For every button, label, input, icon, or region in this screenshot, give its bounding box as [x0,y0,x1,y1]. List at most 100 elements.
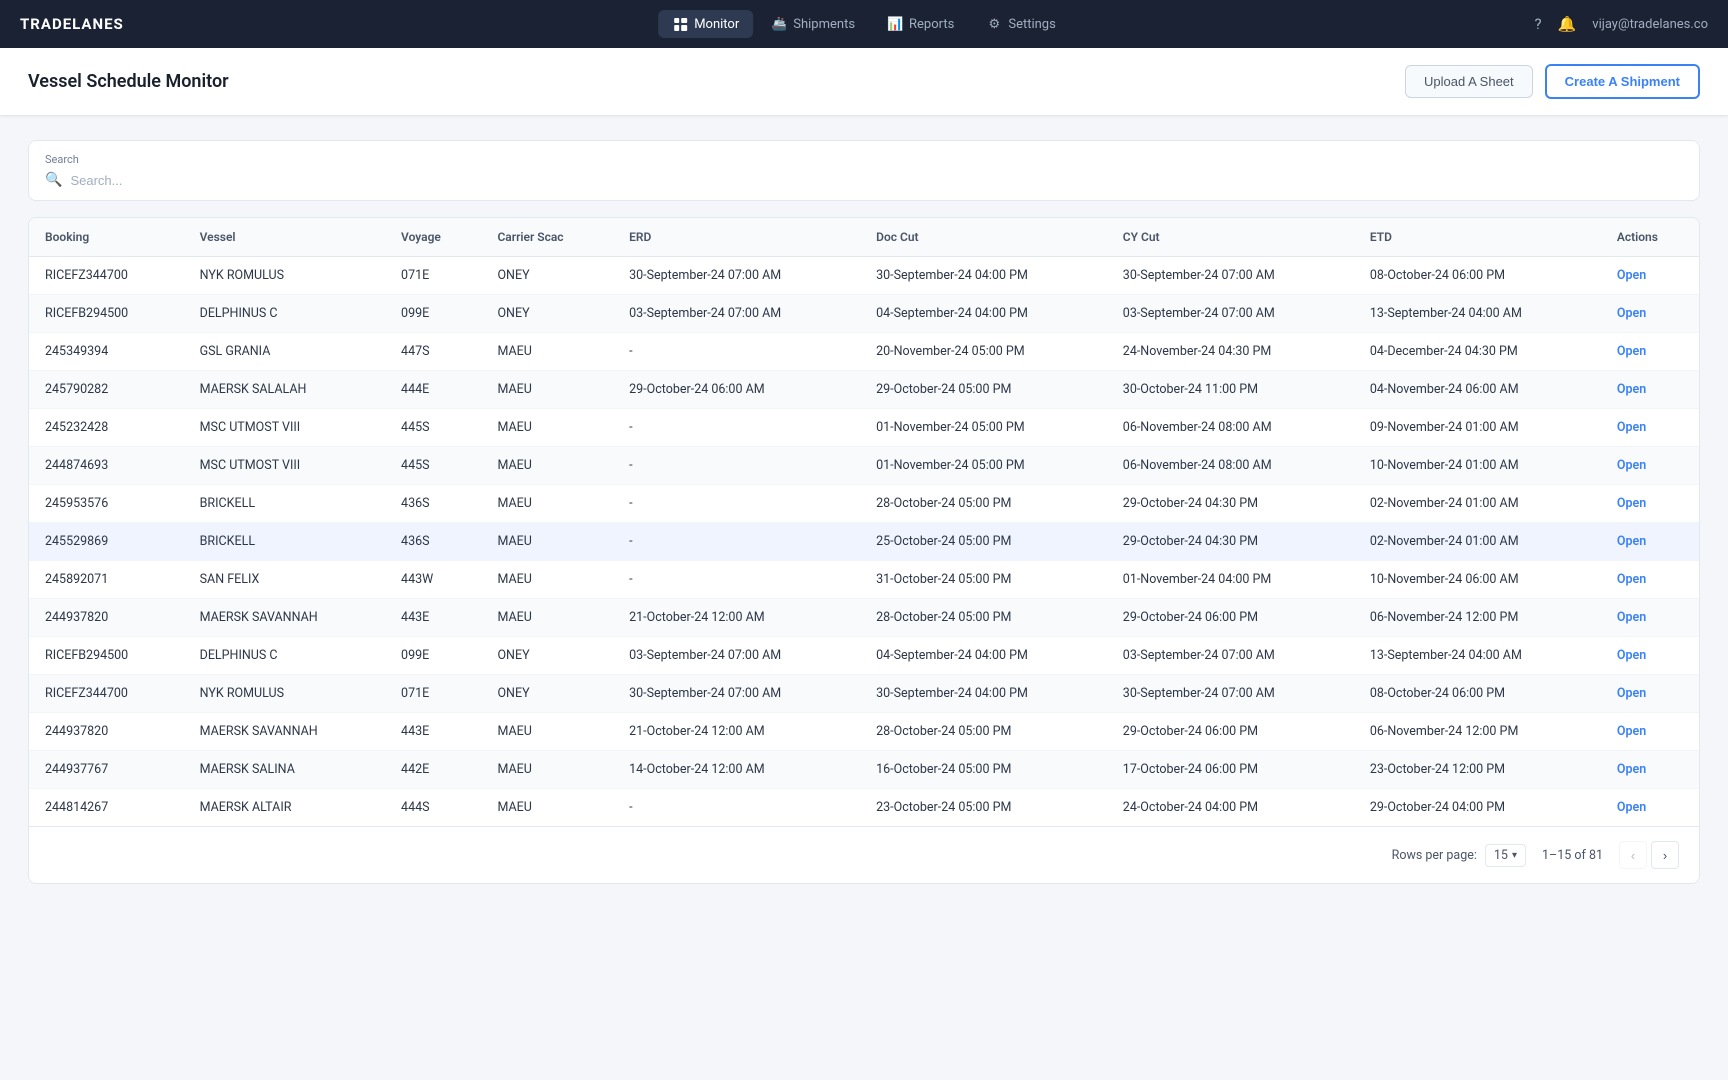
cell-booking: RICEFB294500 [29,295,184,333]
table-row: 244937820MAERSK SAVANNAH443EMAEU21-Octob… [29,599,1699,637]
cell-erd: 29-October-24 06:00 AM [613,371,860,409]
open-action-link[interactable]: Open [1617,458,1646,473]
cell-carrier: MAEU [481,447,613,485]
open-action-link[interactable]: Open [1617,420,1646,435]
cell-erd: - [613,409,860,447]
col-booking: Booking [29,218,184,257]
cell-doc-cut: 04-September-24 04:00 PM [860,295,1107,333]
cell-vessel: MAERSK ALTAIR [184,789,385,827]
cell-erd: 21-October-24 12:00 AM [613,599,860,637]
open-action-link[interactable]: Open [1617,306,1646,321]
cell-cy-cut: 17-October-24 06:00 PM [1107,751,1354,789]
cell-cy-cut: 29-October-24 04:30 PM [1107,523,1354,561]
open-action-link[interactable]: Open [1617,610,1646,625]
cell-vessel: DELPHINUS C [184,295,385,333]
open-action-link[interactable]: Open [1617,800,1646,815]
cell-action: Open [1601,333,1699,371]
cell-etd: 08-October-24 06:00 PM [1354,257,1601,295]
table-row: RICEFZ344700NYK ROMULUS071EONEY30-Septem… [29,257,1699,295]
search-input[interactable] [70,173,1683,188]
cell-booking: 245790282 [29,371,184,409]
header-actions: Upload A Sheet Create A Shipment [1405,64,1700,99]
open-action-link[interactable]: Open [1617,382,1646,397]
cell-erd: - [613,561,860,599]
cell-action: Open [1601,295,1699,333]
col-carrier-scac: Carrier Scac [481,218,613,257]
cell-vessel: BRICKELL [184,485,385,523]
cell-voyage: 443W [385,561,481,599]
cell-cy-cut: 03-September-24 07:00 AM [1107,295,1354,333]
cell-voyage: 071E [385,257,481,295]
open-action-link[interactable]: Open [1617,496,1646,511]
cell-voyage: 436S [385,523,481,561]
cell-carrier: MAEU [481,485,613,523]
table-body: RICEFZ344700NYK ROMULUS071EONEY30-Septem… [29,257,1699,827]
cell-action: Open [1601,789,1699,827]
cell-doc-cut: 01-November-24 05:00 PM [860,409,1107,447]
cell-cy-cut: 01-November-24 04:00 PM [1107,561,1354,599]
next-page-button[interactable]: › [1651,841,1679,869]
cell-carrier: ONEY [481,295,613,333]
cell-erd: - [613,789,860,827]
cell-doc-cut: 30-September-24 04:00 PM [860,257,1107,295]
cell-erd: 30-September-24 07:00 AM [613,257,860,295]
grid-icon [672,16,688,32]
table-row: 245232428MSC UTMOST VIII445SMAEU-01-Nove… [29,409,1699,447]
cell-carrier: ONEY [481,257,613,295]
table-header-row: Booking Vessel Voyage Carrier Scac ERD D… [29,218,1699,257]
nav-item-monitor[interactable]: Monitor [658,10,753,38]
table-container: Booking Vessel Voyage Carrier Scac ERD D… [28,217,1700,884]
cell-erd: - [613,447,860,485]
cell-cy-cut: 29-October-24 04:30 PM [1107,485,1354,523]
nav-item-settings[interactable]: ⚙ Settings [972,10,1069,38]
rows-per-page-select[interactable]: 15 ▾ [1485,844,1526,867]
search-container: Search 🔍 [28,140,1700,201]
open-action-link[interactable]: Open [1617,344,1646,359]
table-row: 245953576BRICKELL436SMAEU-28-October-24 … [29,485,1699,523]
cell-doc-cut: 01-November-24 05:00 PM [860,447,1107,485]
nav-label-shipments: Shipments [793,17,855,32]
open-action-link[interactable]: Open [1617,268,1646,283]
cell-etd: 09-November-24 01:00 AM [1354,409,1601,447]
cell-doc-cut: 31-October-24 05:00 PM [860,561,1107,599]
cell-vessel: MSC UTMOST VIII [184,447,385,485]
help-icon[interactable]: ? [1534,15,1541,33]
nav-label-settings: Settings [1008,17,1055,32]
open-action-link[interactable]: Open [1617,762,1646,777]
nav-item-reports[interactable]: 📊 Reports [873,10,968,38]
page-nav: ‹ › [1619,841,1679,869]
cell-cy-cut: 30-September-24 07:00 AM [1107,257,1354,295]
table-row: 245349394GSL GRANIA447SMAEU-20-November-… [29,333,1699,371]
cell-erd: - [613,523,860,561]
cell-booking: 244937820 [29,599,184,637]
col-cy-cut: CY Cut [1107,218,1354,257]
create-shipment-button[interactable]: Create A Shipment [1545,64,1700,99]
notifications-icon[interactable]: 🔔 [1558,15,1577,33]
cell-action: Open [1601,561,1699,599]
table-row: RICEFB294500DELPHINUS C099EONEY03-Septem… [29,637,1699,675]
cell-vessel: MAERSK SALALAH [184,371,385,409]
cell-carrier: MAEU [481,409,613,447]
nav-links: Monitor 🚢 Shipments 📊 Reports ⚙ Settings [658,10,1070,38]
rows-per-page-value: 15 [1494,848,1508,863]
nav-right: ? 🔔 vijay@tradelanes.co [1534,15,1708,33]
page-title: Vessel Schedule Monitor [28,71,229,92]
cell-cy-cut: 03-September-24 07:00 AM [1107,637,1354,675]
cell-etd: 06-November-24 12:00 PM [1354,713,1601,751]
cell-doc-cut: 28-October-24 05:00 PM [860,713,1107,751]
cell-carrier: MAEU [481,561,613,599]
open-action-link[interactable]: Open [1617,724,1646,739]
open-action-link[interactable]: Open [1617,572,1646,587]
open-action-link[interactable]: Open [1617,534,1646,549]
nav-item-shipments[interactable]: 🚢 Shipments [757,10,869,38]
open-action-link[interactable]: Open [1617,686,1646,701]
topnav: TRADELANES Monitor 🚢 Shipments 📊 Reports… [0,0,1728,48]
prev-page-button[interactable]: ‹ [1619,841,1647,869]
cell-booking: RICEFZ344700 [29,257,184,295]
cell-action: Open [1601,371,1699,409]
cell-booking: 244814267 [29,789,184,827]
upload-sheet-button[interactable]: Upload A Sheet [1405,65,1533,98]
open-action-link[interactable]: Open [1617,648,1646,663]
cell-doc-cut: 28-October-24 05:00 PM [860,599,1107,637]
cell-action: Open [1601,485,1699,523]
